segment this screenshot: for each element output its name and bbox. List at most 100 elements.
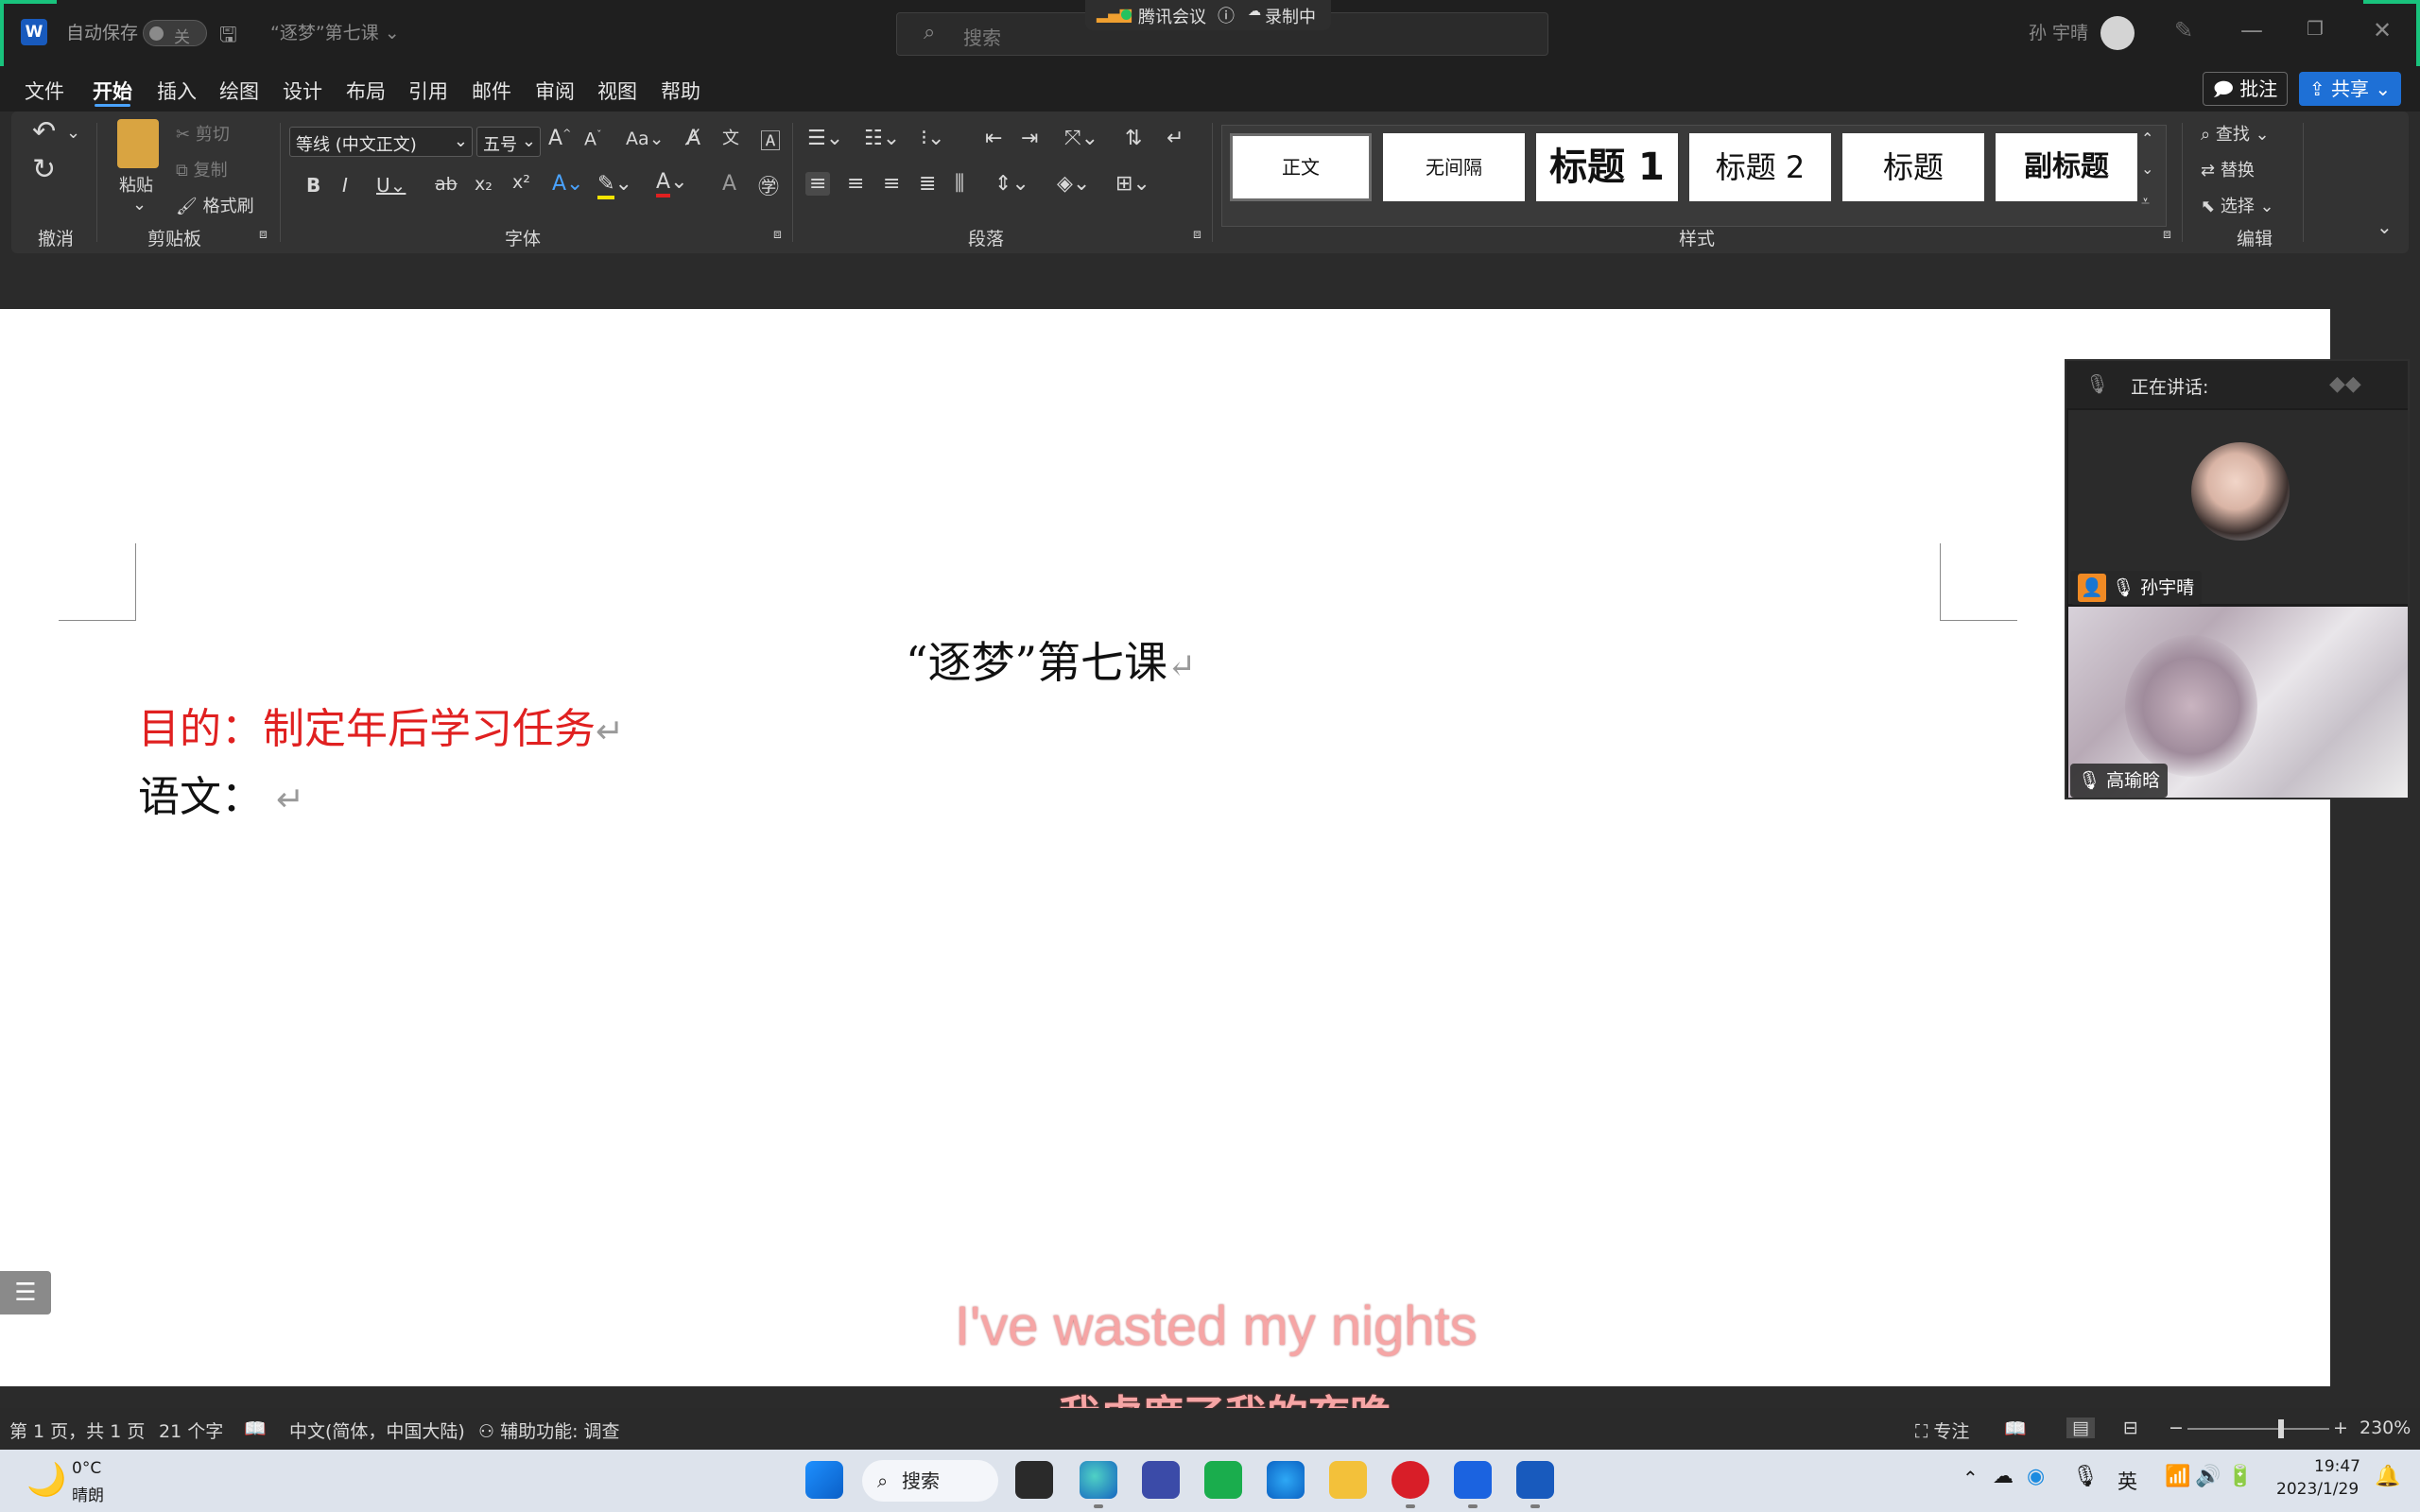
text-effects-icon[interactable]: A⌄ <box>552 172 583 196</box>
language-status[interactable]: 中文(简体，中国大陆) <box>289 1418 465 1443</box>
sort-icon[interactable]: ⇅ <box>1125 127 1142 150</box>
dialog-launcher-icon[interactable]: ⧈ <box>1193 227 1201 242</box>
taskbar-search[interactable]: ⌕ 搜索 <box>862 1460 998 1502</box>
start-icon[interactable] <box>805 1461 843 1499</box>
paste-dropdown-icon[interactable]: ⌄ <box>132 195 147 215</box>
menu-draw[interactable]: 绘图 <box>219 77 259 105</box>
decrease-indent-icon[interactable]: ⇤ <box>985 127 1002 150</box>
bullets-icon[interactable]: ☰⌄ <box>807 127 843 150</box>
share-button[interactable]: ⇪ 共享 ⌄ <box>2299 72 2401 106</box>
clock-date[interactable]: 2023/1/29 <box>2276 1480 2359 1499</box>
autosave-toggle[interactable]: 关 <box>143 20 207 47</box>
netease-music-icon[interactable] <box>1392 1461 1429 1499</box>
line-spacing-icon[interactable]: ⇕⌄ <box>994 172 1029 196</box>
enclose-characters-icon[interactable]: ㊫ <box>758 170 779 200</box>
close-icon[interactable]: ✕ <box>2373 17 2392 43</box>
document-page[interactable]: “逐梦”第七课↵ 目的：制定年后学习任务↵ 语文： ↵ <box>0 309 2330 1386</box>
ime-indicator[interactable]: 英 <box>2118 1467 2137 1495</box>
distributed-icon[interactable]: ⫼ <box>955 172 964 196</box>
font-color-icon[interactable]: A⌄ <box>656 170 688 198</box>
find-button[interactable]: ⌕ 查找 ⌄ <box>2201 121 2270 146</box>
shading-icon[interactable]: ◈⌄ <box>1057 172 1090 196</box>
select-button[interactable]: ⬉ 选择 ⌄ <box>2201 193 2274 217</box>
menu-home[interactable]: 开始 <box>93 77 132 105</box>
proofing-icon[interactable]: 📖 <box>244 1418 267 1439</box>
participant-video-tile[interactable]: 🎙 高瑜晗 <box>2068 607 2408 798</box>
save-icon[interactable]: 🖫 <box>219 19 237 55</box>
align-right-icon[interactable]: ≡ <box>883 172 900 196</box>
menu-file[interactable]: 文件 <box>25 77 64 105</box>
meeting-tray-icon[interactable]: ◉ <box>2027 1465 2045 1488</box>
shrink-font-icon[interactable]: Aˇ <box>584 129 602 149</box>
align-center-icon[interactable]: ≡ <box>847 172 864 196</box>
menu-references[interactable]: 引用 <box>408 77 448 105</box>
subscript-icon[interactable]: x₂ <box>475 174 493 195</box>
read-mode-icon[interactable]: 📖 <box>2004 1418 2027 1439</box>
font-name-select[interactable]: 等线 (中文正文) ⌄ <box>289 127 473 157</box>
redo-icon[interactable]: ↻ <box>32 153 56 186</box>
zoom-slider-thumb[interactable] <box>2278 1419 2284 1438</box>
copy-button[interactable]: ⧉ 复制 <box>176 157 228 181</box>
menu-mailings[interactable]: 邮件 <box>472 77 511 105</box>
replace-button[interactable]: ⇄ 替换 <box>2201 157 2255 181</box>
document-heading[interactable]: “逐梦”第七课↵ <box>906 628 1196 691</box>
character-border-icon[interactable]: 🄰 <box>760 125 781 155</box>
notification-icon[interactable]: 🔔 <box>2375 1465 2400 1488</box>
menu-layout[interactable]: 布局 <box>346 77 386 105</box>
layout-switch-icon[interactable]: ◆◆ <box>2329 372 2361 396</box>
page-count[interactable]: 第 1 页，共 1 页 <box>9 1418 145 1443</box>
menu-help[interactable]: 帮助 <box>661 77 700 105</box>
microphone-tray-icon[interactable]: 🎙 <box>2072 1465 2099 1488</box>
file-explorer-icon[interactable] <box>1329 1461 1367 1499</box>
clock-time[interactable]: 19:47 <box>2314 1457 2360 1476</box>
word-taskbar-icon[interactable] <box>1516 1461 1554 1499</box>
justify-icon[interactable]: ≣ <box>919 172 936 196</box>
style-subtitle[interactable]: 副标题 <box>1996 133 2137 201</box>
accessibility-status[interactable]: ⚇ 辅助功能: 调查 <box>478 1418 620 1443</box>
user-avatar-icon[interactable] <box>2100 16 2135 50</box>
minimize-icon[interactable]: — <box>2240 17 2263 43</box>
menu-review[interactable]: 审阅 <box>535 77 575 105</box>
grow-font-icon[interactable]: A^ <box>548 127 571 150</box>
menu-design[interactable]: 设计 <box>283 77 322 105</box>
dialog-launcher-icon[interactable]: ⧈ <box>259 227 268 242</box>
web-layout-icon[interactable]: ⊟ <box>2123 1418 2138 1438</box>
undo-dropdown-icon[interactable]: ⌄ <box>66 123 80 143</box>
print-layout-icon[interactable]: ▤ <box>2066 1418 2095 1438</box>
menu-insert[interactable]: 插入 <box>157 77 197 105</box>
multilevel-list-icon[interactable]: ⁝⌄ <box>921 127 944 150</box>
strikethrough-icon[interactable]: ab <box>435 174 458 195</box>
zoom-out-icon[interactable]: − <box>2169 1418 2184 1438</box>
underline-icon[interactable]: U⌄ <box>376 174 406 197</box>
wifi-icon[interactable]: 📶 <box>2165 1465 2190 1488</box>
info-icon[interactable]: ⓘ <box>1218 3 1235 27</box>
style-heading2[interactable]: 标题 2 <box>1689 133 1831 201</box>
numbering-icon[interactable]: ☷⌄ <box>864 127 900 150</box>
dialog-launcher-icon[interactable]: ⧈ <box>2163 227 2171 242</box>
format-painter-button[interactable]: 🖌 格式刷 <box>176 193 254 217</box>
onedrive-icon[interactable]: ☁ <box>1993 1465 2014 1488</box>
clear-formatting-icon[interactable]: A̸ <box>686 127 700 150</box>
increase-indent-icon[interactable]: ⇥ <box>1021 127 1038 150</box>
battery-icon[interactable]: 🔋 <box>2227 1465 2253 1488</box>
phonetic-guide-icon[interactable]: 文 <box>722 125 739 149</box>
dialog-launcher-icon[interactable]: ⧈ <box>773 227 782 242</box>
borders-icon[interactable]: ⊞⌄ <box>1115 172 1150 196</box>
zoom-level[interactable]: 230% <box>2360 1418 2411 1438</box>
weather-description[interactable]: 晴朗 <box>72 1482 104 1505</box>
collapse-ribbon-icon[interactable]: ⌄ <box>2377 215 2393 238</box>
paste-label[interactable]: 粘贴 <box>119 172 153 197</box>
chinese-line[interactable]: 语文： ↵ <box>138 763 304 823</box>
show-marks-icon[interactable]: ↵ <box>1167 127 1184 150</box>
italic-icon[interactable]: I <box>342 174 348 197</box>
weather-moon-icon[interactable]: 🌙 <box>26 1461 66 1499</box>
bold-icon[interactable]: B <box>306 174 320 197</box>
pen-icon[interactable]: ✎ <box>2174 17 2193 43</box>
paste-icon[interactable] <box>117 119 159 168</box>
chat-app-icon[interactable] <box>1204 1461 1242 1499</box>
style-title[interactable]: 标题 <box>1842 133 1984 201</box>
gallery-scroll-down-icon[interactable]: ⌄ <box>2141 160 2153 178</box>
align-left-icon[interactable]: ≡ <box>805 172 831 196</box>
style-heading1[interactable]: 标题 1 <box>1536 133 1678 201</box>
font-size-select[interactable]: 五号 ⌄ <box>476 127 541 157</box>
